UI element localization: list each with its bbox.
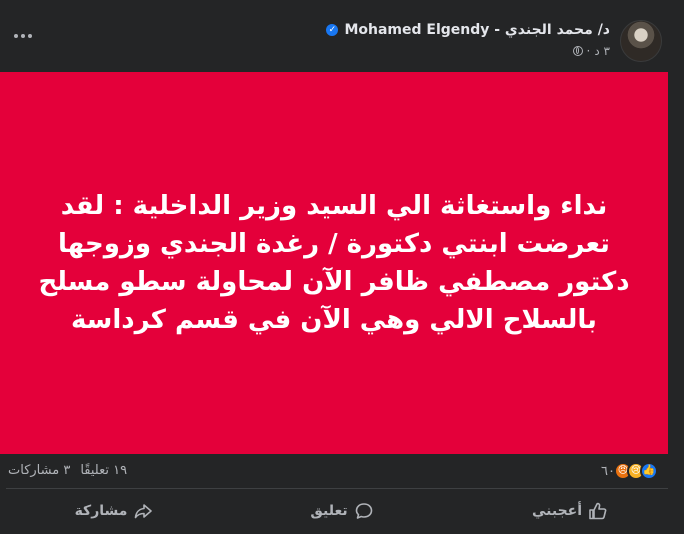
post-content: نداء واستغاثة الي السيد وزير الداخلية : … [0, 72, 668, 454]
avatar[interactable] [620, 20, 662, 62]
post-time[interactable]: ٣ د [594, 44, 610, 58]
share-icon [135, 504, 153, 519]
reactions-summary[interactable]: 😠 😢 👍 ٦٠ [601, 462, 658, 480]
more-options-icon[interactable] [10, 26, 36, 46]
comment-icon [355, 503, 372, 519]
author-row: د/ محمد الجندي - Mohamed Elgendy ✓ [326, 22, 610, 38]
share-label: مشاركة [74, 503, 128, 519]
post-header: د/ محمد الجندي - Mohamed Elgendy ✓ ٣ د · [0, 0, 684, 72]
reaction-icons: 😠 😢 👍 [614, 462, 658, 480]
comment-button[interactable]: تعليق [228, 494, 456, 528]
shares-count[interactable]: ٣ مشاركات [8, 463, 70, 478]
reactions-count[interactable]: ٦٠ [601, 464, 615, 479]
divider [6, 488, 668, 489]
like-icon: 👍 [640, 462, 658, 480]
post-stats: 😠 😢 👍 ٦٠ ١٩ تعليقًا ٣ مشاركات [0, 454, 684, 488]
author-name[interactable]: د/ محمد الجندي - Mohamed Elgendy [344, 22, 610, 38]
engagement-counts: ١٩ تعليقًا ٣ مشاركات [8, 463, 127, 478]
like-button[interactable]: أعجبني [456, 494, 684, 528]
post-actions: أعجبني تعليق مشاركة [0, 494, 684, 528]
like-label: أعجبني [531, 503, 583, 519]
thumbs-up-icon [589, 502, 607, 520]
comments-count[interactable]: ١٩ تعليقًا [80, 463, 127, 478]
share-button[interactable]: مشاركة [0, 494, 228, 528]
post-meta: ٣ د · [572, 44, 610, 58]
globe-icon [572, 46, 583, 56]
post-text: نداء واستغاثة الي السيد وزير الداخلية : … [38, 191, 630, 335]
verified-badge-icon: ✓ [326, 24, 339, 36]
comment-label: تعليق [310, 503, 348, 519]
